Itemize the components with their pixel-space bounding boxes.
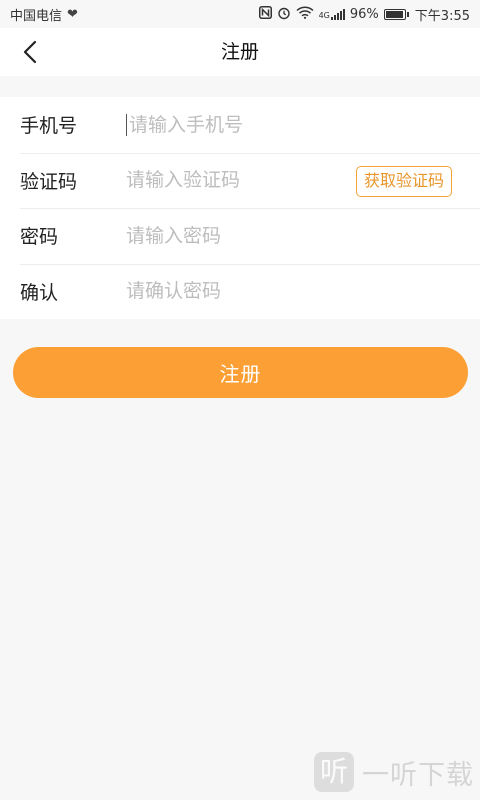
password-label: 密码 [20,226,59,249]
carrier-name: 中国电信 [10,8,63,24]
get-code-button[interactable]: 获取验证码 [355,165,452,197]
watermark-logo: 听 [314,752,354,792]
wifi-icon [296,6,314,22]
status-bar: 中国电信 ❤ 4G 96% 下午3:55 [0,0,480,28]
confirm-password-input[interactable] [126,280,480,303]
nfc-icon [258,6,272,22]
phone-label: 手机号 [20,115,78,138]
watermark: 听 一听下载 [314,752,474,792]
confirm-row: 确认 [20,263,480,320]
status-left: 中国电信 ❤ [10,5,78,24]
code-label: 验证码 [20,170,78,193]
phone-row: 手机号 [20,97,480,153]
password-row: 密码 [20,208,480,264]
code-row: 验证码 获取验证码 [20,152,480,209]
chevron-left-icon [23,40,37,64]
password-input[interactable] [126,224,480,247]
confirm-label: 确认 [20,281,59,304]
watermark-text: 一听下载 [362,759,474,791]
battery-icon [383,8,409,20]
signal-icon [330,8,345,20]
phone-input[interactable] [126,113,480,136]
network-type: 4G [318,10,330,20]
battery-percent: 96% [349,6,379,22]
nav-bar: 注册 [0,28,480,76]
page-title: 注册 [220,41,259,63]
heart-rate-icon: ❤ [67,6,78,22]
register-button[interactable]: 注册 [13,347,468,398]
register-form: 手机号 验证码 获取验证码 密码 确认 [0,97,480,319]
back-button[interactable] [14,36,46,68]
status-right: 4G 96% 下午3:55 [258,5,470,24]
status-time: 下午3:55 [414,8,470,24]
alarm-icon [277,6,291,23]
